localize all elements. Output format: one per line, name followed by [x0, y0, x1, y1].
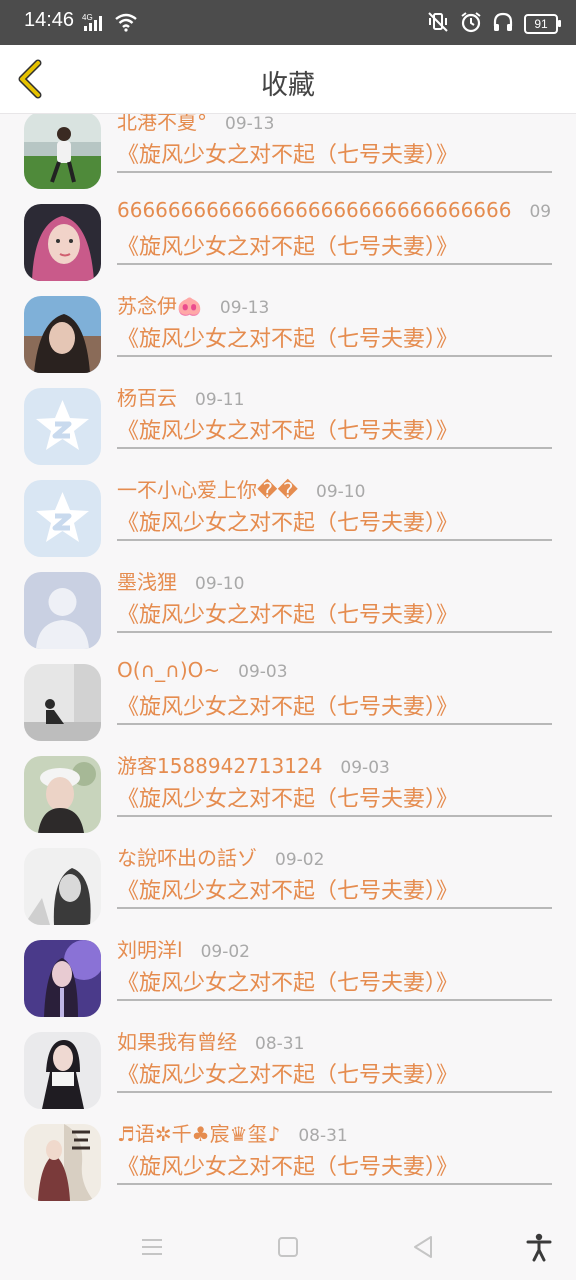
favorite-date: 09-11 — [195, 390, 245, 410]
user-name: 刘明洋l — [117, 938, 183, 962]
divider — [117, 907, 552, 909]
divider — [117, 631, 552, 633]
divider — [117, 539, 552, 541]
book-title[interactable]: 《旋风少女之对不起（七号夫妻）》 — [117, 321, 458, 353]
divider — [117, 263, 552, 265]
list-item[interactable]: 北港不夏° 09-13 《旋风少女之对不起（七号夫妻）》 — [0, 114, 576, 191]
book-title[interactable]: 《旋风少女之对不起（七号夫妻）》 — [117, 781, 458, 813]
list-item[interactable]: 杨百云 09-11 《旋风少女之对不起（七号夫妻）》 — [0, 375, 576, 467]
book-title[interactable]: 《旋风少女之对不起（七号夫妻）》 — [117, 505, 458, 537]
accessibility-icon — [526, 1233, 552, 1262]
list-item[interactable]: 游客1588942713124 09-03 《旋风少女之对不起（七号夫妻）》 — [0, 743, 576, 835]
default-star-avatar-icon — [24, 388, 101, 465]
divider — [117, 1183, 552, 1185]
user-name: 杨百云 — [117, 386, 177, 410]
divider — [117, 723, 552, 725]
favorite-date: 09-13 — [225, 114, 275, 134]
book-title[interactable]: 《旋风少女之对不起（七号夫妻）》 — [117, 1057, 458, 1089]
list-item[interactable]: 刘明洋l 09-02 《旋风少女之对不起（七号夫妻）》 — [0, 927, 576, 1019]
user-name: 6666666666666666666666666666666 — [117, 198, 512, 222]
favorite-date: 09-03 — [238, 662, 288, 682]
alarm-clock-icon — [460, 11, 482, 37]
book-title[interactable]: 《旋风少女之对不起（七号夫妻）》 — [117, 689, 458, 721]
user-avatar[interactable] — [24, 940, 101, 1017]
book-title[interactable]: 《旋风少女之对不起（七号夫妻）》 — [117, 1149, 458, 1181]
user-avatar[interactable] — [24, 114, 101, 189]
cellular-signal-icon: 4G — [82, 12, 108, 36]
divider — [117, 447, 552, 449]
book-title[interactable]: 《旋风少女之对不起（七号夫妻）》 — [117, 965, 458, 997]
favorites-list: 北港不夏° 09-13 《旋风少女之对不起（七号夫妻）》 66666666666… — [0, 114, 576, 1210]
user-avatar[interactable] — [24, 1032, 101, 1109]
home-button[interactable] — [273, 1232, 303, 1262]
user-avatar[interactable] — [24, 1124, 101, 1201]
list-item[interactable]: な說吥出の話ゾ 09-02 《旋风少女之对不起（七号夫妻）》 — [0, 835, 576, 927]
favorite-date: 09-02 — [275, 850, 325, 870]
user-name: O(∩_∩)O~ — [117, 658, 221, 682]
menu-button[interactable] — [137, 1232, 167, 1262]
home-square-icon — [278, 1237, 298, 1257]
status-time: 14:46 — [24, 9, 75, 31]
user-avatar[interactable] — [24, 848, 101, 925]
user-name: 如果我有曾经 — [117, 1030, 237, 1054]
divider — [117, 1091, 552, 1093]
user-avatar[interactable] — [24, 664, 101, 741]
user-name: ♬语✲千♣宸♛玺♪ — [117, 1122, 281, 1146]
battery-indicator: 91 — [524, 14, 561, 34]
list-item[interactable]: 墨浅狸 09-10 《旋风少女之对不起（七号夫妻）》 — [0, 559, 576, 651]
book-title[interactable]: 《旋风少女之对不起（七号夫妻）》 — [117, 229, 458, 261]
user-avatar[interactable] — [24, 296, 101, 373]
favorite-date: 09-02 — [200, 942, 250, 962]
favorite-date: 09-10 — [195, 574, 245, 594]
menu-icon — [142, 1239, 162, 1255]
default-star-avatar-icon — [24, 480, 101, 557]
user-name: 北港不夏° — [117, 114, 207, 134]
list-item[interactable]: O(∩_∩)O~ 09-03 《旋风少女之对不起（七号夫妻）》 — [0, 651, 576, 743]
user-avatar[interactable] — [24, 572, 101, 649]
network-type-label: 4G — [82, 13, 93, 22]
headphones-icon — [492, 11, 514, 37]
user-name: 苏念伊🐽 — [117, 294, 202, 318]
list-item[interactable]: 一不小心爱上你�� 09-10 《旋风少女之对不起（七号夫妻）》 — [0, 467, 576, 559]
list-item[interactable]: ♬语✲千♣宸♛玺♪ 08-31 《旋风少女之对不起（七号夫妻）》 — [0, 1111, 576, 1203]
user-avatar[interactable] — [24, 204, 101, 281]
list-item[interactable]: 6666666666666666666666666666666 09 《旋风少女… — [0, 191, 576, 283]
book-title[interactable]: 《旋风少女之对不起（七号夫妻）》 — [117, 873, 458, 905]
back-triangle-icon — [414, 1236, 432, 1258]
status-bar: 14:46 4G 91 — [0, 0, 576, 45]
app-header: 收藏 — [0, 45, 576, 114]
favorite-date: 08-31 — [255, 1034, 305, 1054]
page-title: 收藏 — [261, 70, 315, 101]
divider — [117, 999, 552, 1001]
book-title[interactable]: 《旋风少女之对不起（七号夫妻）》 — [117, 137, 458, 169]
user-name: 墨浅狸 — [117, 570, 177, 594]
system-navigation-bar — [0, 1210, 576, 1280]
divider — [117, 815, 552, 817]
user-avatar[interactable] — [24, 480, 101, 557]
divider — [117, 355, 552, 357]
divider — [117, 171, 552, 173]
user-avatar[interactable] — [24, 756, 101, 833]
list-item[interactable]: 苏念伊🐽 09-13 《旋风少女之对不起（七号夫妻）》 — [0, 283, 576, 375]
user-name: 一不小心爱上你�� — [117, 478, 299, 502]
favorite-date: 09-10 — [316, 482, 366, 502]
favorite-date: 09 — [529, 202, 552, 222]
favorite-date: 09-13 — [219, 298, 270, 318]
book-title[interactable]: 《旋风少女之对不起（七号夫妻）》 — [117, 597, 458, 629]
favorite-date: 08-31 — [298, 1126, 348, 1146]
back-nav-button[interactable] — [409, 1232, 439, 1262]
default-person-avatar-icon — [24, 572, 101, 649]
list-item[interactable]: 如果我有曾经 08-31 《旋风少女之对不起（七号夫妻）》 — [0, 1019, 576, 1111]
favorite-date: 09-03 — [340, 758, 390, 778]
accessibility-button[interactable] — [524, 1232, 554, 1262]
user-name: 游客1588942713124 — [117, 754, 323, 778]
wifi-icon — [114, 12, 138, 36]
book-title[interactable]: 《旋风少女之对不起（七号夫妻）》 — [117, 413, 458, 445]
user-name: な說吥出の話ゾ — [117, 846, 257, 870]
vibrate-mute-icon — [426, 11, 450, 37]
user-avatar[interactable] — [24, 388, 101, 465]
